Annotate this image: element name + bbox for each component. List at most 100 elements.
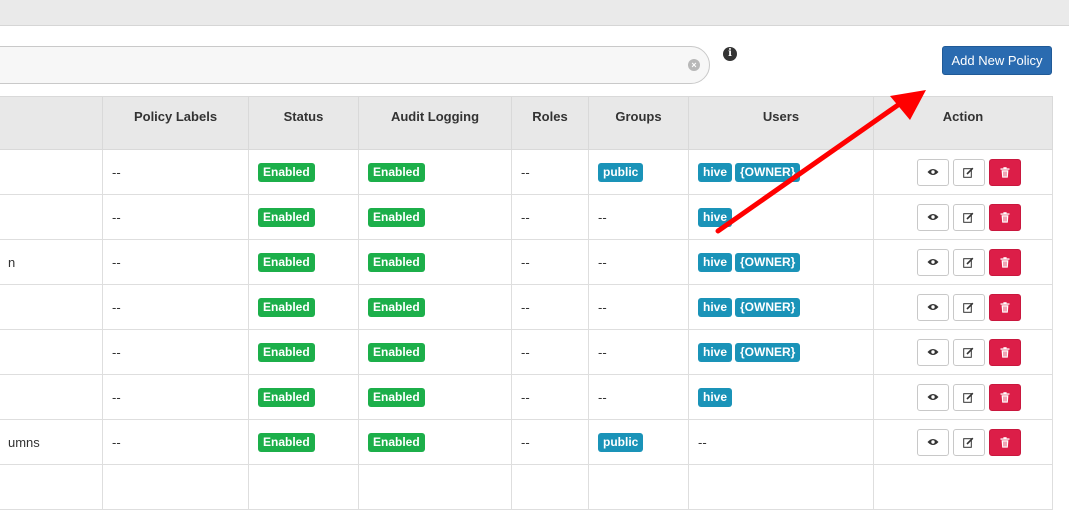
action-cell: [873, 194, 1053, 240]
edit-policy-button[interactable]: [952, 338, 985, 366]
status-cell: Enabled: [248, 194, 359, 240]
policy-name-cell[interactable]: [0, 374, 103, 420]
status-cell: Enabled: [248, 374, 359, 420]
trash-icon: [1000, 391, 1009, 403]
policy-labels-cell: --: [102, 374, 249, 420]
column-header-policy-labels: Policy Labels: [102, 96, 249, 150]
group-badge: public: [598, 432, 644, 452]
roles-cell: --: [511, 329, 589, 375]
status-badge: Enabled: [258, 297, 315, 317]
policy-name-cell[interactable]: umns: [0, 419, 103, 465]
edit-icon: [963, 257, 974, 268]
edit-policy-button[interactable]: [952, 203, 985, 231]
policy-name-cell[interactable]: [0, 149, 103, 195]
group-badge: public: [598, 162, 644, 182]
view-policy-button[interactable]: [916, 293, 949, 321]
policy-labels-cell: --: [102, 329, 249, 375]
view-policy-button[interactable]: [916, 203, 949, 231]
users-cell: hive {OWNER}: [688, 239, 874, 285]
status-cell: [248, 464, 359, 510]
edit-policy-button[interactable]: [952, 158, 985, 186]
add-new-policy-button[interactable]: Add New Policy: [942, 46, 1052, 75]
roles-cell: --: [511, 239, 589, 285]
delete-policy-button[interactable]: [988, 293, 1021, 321]
info-icon[interactable]: i: [723, 47, 737, 61]
column-header-status: Status: [248, 96, 359, 150]
groups-cell: --: [588, 329, 689, 375]
edit-icon: [963, 437, 974, 448]
policy-labels-cell: [102, 464, 249, 510]
policy-name-cell[interactable]: [0, 329, 103, 375]
status-cell: Enabled: [248, 149, 359, 195]
status-badge: Enabled: [258, 207, 315, 227]
policy-name-cell[interactable]: [0, 194, 103, 240]
status-cell: Enabled: [248, 419, 359, 465]
eye-icon: [927, 439, 938, 445]
groups-empty-text: --: [598, 389, 607, 405]
audit-logging-cell: Enabled: [358, 329, 512, 375]
users-cell: hive {OWNER}: [688, 329, 874, 375]
groups-cell: --: [588, 374, 689, 420]
users-empty-text: --: [698, 434, 707, 450]
trash-icon: [1000, 346, 1009, 358]
user-badge: {OWNER}: [735, 162, 801, 182]
view-policy-button[interactable]: [916, 338, 949, 366]
action-buttons: [883, 158, 1052, 186]
users-cell: [688, 464, 874, 510]
action-cell: [873, 149, 1053, 195]
groups-cell: public: [588, 149, 689, 195]
column-header-audit-logging: Audit Logging: [358, 96, 512, 150]
delete-policy-button[interactable]: [988, 203, 1021, 231]
delete-policy-button[interactable]: [988, 338, 1021, 366]
status-cell: Enabled: [248, 284, 359, 330]
delete-policy-button[interactable]: [988, 158, 1021, 186]
clear-search-icon[interactable]: ×: [688, 59, 700, 71]
groups-empty-text: --: [598, 344, 607, 360]
edit-icon: [963, 302, 974, 313]
audit-logging-cell: Enabled: [358, 284, 512, 330]
policy-search-input[interactable]: ×: [0, 46, 710, 84]
edit-policy-button[interactable]: [952, 293, 985, 321]
action-cell: [873, 419, 1053, 465]
eye-icon: [927, 304, 938, 310]
delete-policy-button[interactable]: [988, 248, 1021, 276]
policy-name-cell[interactable]: [0, 284, 103, 330]
edit-policy-button[interactable]: [952, 428, 985, 456]
table-row: -- Enabled Enabled -- public hive {OWNER}: [0, 149, 1053, 195]
user-badge: {OWNER}: [735, 342, 801, 362]
audit-logging-badge: Enabled: [368, 297, 425, 317]
status-badge: Enabled: [258, 387, 315, 407]
status-cell: Enabled: [248, 329, 359, 375]
view-policy-button[interactable]: [916, 383, 949, 411]
action-cell: [873, 239, 1053, 285]
action-cell: [873, 464, 1053, 510]
eye-icon: [927, 259, 938, 265]
edit-icon: [963, 392, 974, 403]
user-badge: hive: [698, 387, 733, 407]
view-policy-button[interactable]: [916, 428, 949, 456]
policy-name-cell[interactable]: n: [0, 239, 103, 285]
delete-policy-button[interactable]: [988, 428, 1021, 456]
action-buttons: [883, 428, 1052, 456]
audit-logging-cell: Enabled: [358, 239, 512, 285]
delete-policy-button[interactable]: [988, 383, 1021, 411]
column-header-roles: Roles: [511, 96, 589, 150]
policy-name-cell[interactable]: [0, 464, 103, 510]
action-cell: [873, 284, 1053, 330]
groups-cell: --: [588, 284, 689, 330]
groups-cell: [588, 464, 689, 510]
trash-icon: [1000, 166, 1009, 178]
view-policy-button[interactable]: [916, 158, 949, 186]
roles-cell: --: [511, 149, 589, 195]
column-header-action: Action: [873, 96, 1053, 150]
table-row: -- Enabled Enabled -- -- hive: [0, 194, 1053, 240]
view-policy-button[interactable]: [916, 248, 949, 276]
action-cell: [873, 374, 1053, 420]
users-cell: hive: [688, 194, 874, 240]
roles-cell: --: [511, 284, 589, 330]
edit-policy-button[interactable]: [952, 383, 985, 411]
groups-cell: --: [588, 239, 689, 285]
user-badge: {OWNER}: [735, 252, 801, 272]
table-row: -- Enabled Enabled -- -- hive: [0, 374, 1053, 420]
edit-policy-button[interactable]: [952, 248, 985, 276]
